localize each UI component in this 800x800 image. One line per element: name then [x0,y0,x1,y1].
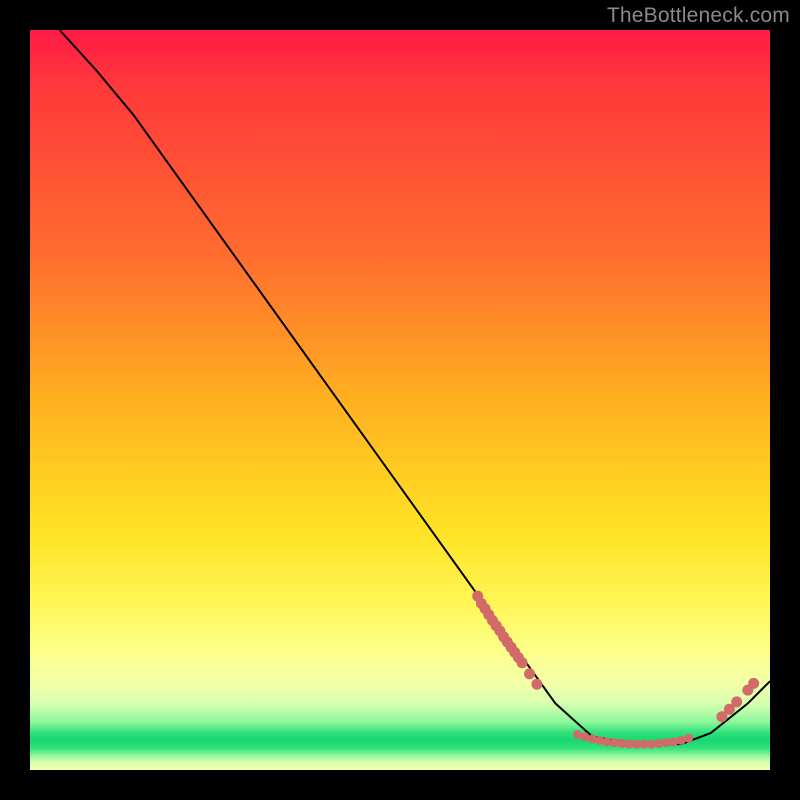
bottleneck-curve [60,30,770,744]
data-point [669,737,678,746]
chart-frame: TheBottleneck.com [0,0,800,800]
attribution-text: TheBottleneck.com [607,4,790,28]
plot-area [30,30,770,770]
data-point [684,734,693,743]
data-point [517,657,528,668]
data-point [731,696,742,707]
data-point [748,678,759,689]
data-point [531,679,542,690]
data-point [595,736,604,745]
data-point [524,668,535,679]
plot-svg [30,30,770,770]
data-point [588,734,597,743]
data-markers [472,591,759,749]
